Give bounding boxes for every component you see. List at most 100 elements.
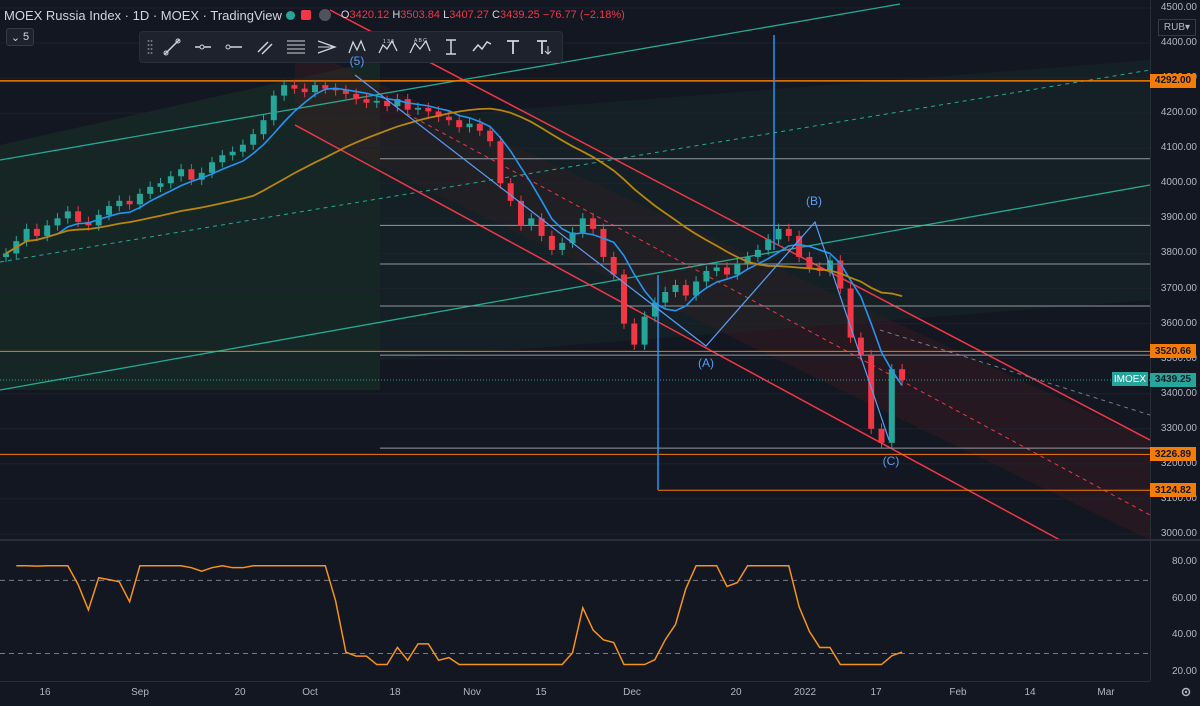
wave-label-b[interactable]: (B) xyxy=(806,194,822,208)
candle-body xyxy=(322,85,329,89)
price-tick-label: 4000.00 xyxy=(1160,177,1197,189)
time-tick-label: 20 xyxy=(730,687,742,698)
chevron-down-icon: ⌄ xyxy=(10,31,21,44)
rsi-axis[interactable]: 80.00 60.00 40.00 20.00 xyxy=(1150,541,1200,681)
candle-body xyxy=(734,263,741,275)
candle-body xyxy=(785,228,792,236)
anchored-text-icon[interactable] xyxy=(435,34,466,60)
candle-body xyxy=(641,316,648,345)
horizontal-line-icon[interactable] xyxy=(218,34,249,60)
candle-body xyxy=(281,85,288,96)
teal-channel-zone xyxy=(380,60,1150,360)
text-note-icon[interactable] xyxy=(528,34,559,60)
fib-retracement-icon[interactable] xyxy=(280,34,311,60)
candle-body xyxy=(23,228,30,242)
time-tick-label: 17 xyxy=(870,687,882,698)
candle-body xyxy=(188,169,195,180)
rsi-tick-label: 60.00 xyxy=(1171,592,1197,604)
candle-body xyxy=(507,183,514,201)
time-axis[interactable]: 16 Sep 20 Oct 18 Nov 15 Dec 20 2022 17 Feb 14 Mar xyxy=(0,681,1150,706)
candle-body xyxy=(476,123,483,131)
candle-body xyxy=(754,249,761,257)
candle-body xyxy=(631,323,638,345)
currency-select[interactable]: RUB ▾ xyxy=(1158,19,1196,36)
rsi-tick-label: 20.00 xyxy=(1171,665,1197,677)
time-tick-label: Feb xyxy=(949,687,967,698)
time-tick-label: 20 xyxy=(234,687,246,698)
price-tick-label: 4400.00 xyxy=(1160,37,1197,49)
ohlc-readout: O3420.12 H3503.84 L3407.27 C3439.25 −76.… xyxy=(340,9,625,21)
visibility-icon[interactable] xyxy=(318,9,331,21)
candle-body xyxy=(662,292,669,303)
market-status-icon xyxy=(285,10,295,20)
drag-handle[interactable] xyxy=(144,37,156,57)
candle-body xyxy=(239,144,246,152)
candle-body xyxy=(353,93,360,100)
price-tick-label: 3400.00 xyxy=(1160,387,1197,399)
path-icon[interactable] xyxy=(466,34,497,60)
candle-body xyxy=(373,100,380,103)
candle-body xyxy=(404,99,411,110)
symbol-header: MOEX Russia Index · 1D · MOEX · TradingV… xyxy=(4,4,625,26)
rsi-pane[interactable] xyxy=(0,541,1150,681)
candle-body xyxy=(75,211,82,222)
candle-body xyxy=(250,134,257,145)
candle-body xyxy=(847,288,854,338)
candle-body xyxy=(106,206,112,215)
elliott-wave-icon[interactable]: 1 3 5 xyxy=(373,34,404,60)
symbol-title[interactable]: MOEX Russia Index · 1D · MOEX · TradingV… xyxy=(4,8,282,23)
rsi-tick-label: 40.00 xyxy=(1171,629,1197,641)
candle-body xyxy=(64,211,71,219)
abcd-pattern-icon[interactable]: A B C xyxy=(404,34,435,60)
pane-divider[interactable] xyxy=(0,539,1200,541)
svg-text:A B C: A B C xyxy=(414,38,427,44)
candle-body xyxy=(33,228,40,236)
price-tick-label: 3900.00 xyxy=(1160,212,1197,224)
price-level-tag: 3226.89 xyxy=(1150,447,1196,462)
parallel-line-icon[interactable] xyxy=(249,34,280,60)
price-tick-label: 3800.00 xyxy=(1160,247,1197,259)
horizontal-ray-icon[interactable] xyxy=(187,34,218,60)
candle-body xyxy=(703,270,710,282)
candle-body xyxy=(116,200,123,207)
candle-body xyxy=(44,225,51,236)
rsi-tick-label: 80.00 xyxy=(1171,556,1197,568)
time-tick-label: 18 xyxy=(389,687,401,698)
wave-label-5[interactable]: (5) xyxy=(350,54,365,68)
candle-body xyxy=(219,155,226,163)
candle-body xyxy=(147,186,154,194)
candle-body xyxy=(775,228,782,240)
trend-line-icon[interactable] xyxy=(156,34,187,60)
candle-body xyxy=(312,85,318,93)
gear-icon[interactable] xyxy=(1180,686,1192,698)
candle-body xyxy=(878,428,885,443)
price-level-tag: 3520.66 xyxy=(1150,344,1196,359)
wave-label-a[interactable]: (A) xyxy=(698,356,714,370)
time-tick-label: 16 xyxy=(39,687,51,698)
pitchfork-icon[interactable] xyxy=(311,34,342,60)
price-chart[interactable] xyxy=(0,0,1150,540)
candle-body xyxy=(229,151,236,156)
candle-body xyxy=(682,285,689,296)
candle-body xyxy=(209,162,215,173)
candle-body xyxy=(425,107,432,112)
candle-body xyxy=(3,253,9,257)
candle-body xyxy=(178,169,185,177)
candle-body xyxy=(899,369,906,381)
time-tick-label: Mar xyxy=(1097,687,1115,698)
candle-body xyxy=(806,256,813,268)
price-tick-label: 3000.00 xyxy=(1160,528,1197,539)
text-icon[interactable] xyxy=(497,34,528,60)
indicators-collapse-button[interactable]: ⌄ 5 xyxy=(6,28,34,46)
flag-icon[interactable] xyxy=(300,10,311,20)
candle-body xyxy=(548,235,555,250)
candle-body xyxy=(157,183,164,187)
chevron-down-icon: ▾ xyxy=(1185,22,1191,33)
wave-label-c[interactable]: (C) xyxy=(883,454,900,468)
price-level-tag: 4292.00 xyxy=(1150,73,1196,88)
candle-body xyxy=(621,274,627,324)
time-tick-label: 15 xyxy=(535,687,547,698)
candle-body xyxy=(724,267,730,275)
candle-body xyxy=(600,228,607,257)
candle-body xyxy=(291,85,298,89)
